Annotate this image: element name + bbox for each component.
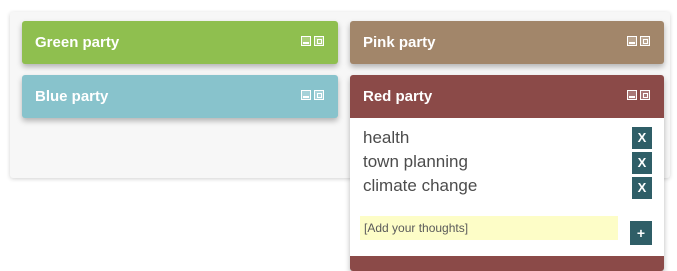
- minimize-icon[interactable]: [627, 90, 637, 100]
- panel-title: Red party: [363, 88, 433, 105]
- minimize-icon[interactable]: [301, 36, 311, 46]
- remove-topic-button[interactable]: X: [632, 127, 652, 149]
- panel-title: Green party: [35, 34, 120, 51]
- topic-item: health: [363, 128, 410, 147]
- thoughts-input[interactable]: [Add your thoughts]: [360, 216, 618, 240]
- panel-header[interactable]: Pink party: [350, 21, 664, 64]
- minimize-icon[interactable]: [301, 90, 311, 100]
- panel-header[interactable]: Red party: [350, 75, 664, 118]
- panel-controls: [627, 90, 650, 102]
- blue-party-panel[interactable]: Blue party: [22, 75, 338, 118]
- panel-body: health X town planning X climate change …: [350, 118, 664, 256]
- panel-controls: [301, 90, 324, 102]
- maximize-icon[interactable]: [314, 90, 324, 100]
- maximize-icon[interactable]: [640, 90, 650, 100]
- red-party-panel[interactable]: Red party health X town planning X clima…: [350, 75, 664, 271]
- topic-item: town planning: [363, 152, 468, 171]
- panel-controls: [627, 36, 650, 48]
- panel-title: Pink party: [363, 34, 436, 51]
- panel-header[interactable]: Green party: [22, 21, 338, 64]
- green-party-panel[interactable]: Green party: [22, 21, 338, 64]
- panel-controls: [301, 36, 324, 48]
- add-thought-button[interactable]: +: [630, 221, 652, 245]
- remove-topic-button[interactable]: X: [632, 177, 652, 199]
- maximize-icon[interactable]: [314, 36, 324, 46]
- maximize-icon[interactable]: [640, 36, 650, 46]
- pink-party-panel[interactable]: Pink party: [350, 21, 664, 64]
- remove-topic-button[interactable]: X: [632, 152, 652, 174]
- minimize-icon[interactable]: [627, 36, 637, 46]
- panel-header[interactable]: Blue party: [22, 75, 338, 118]
- topic-item: climate change: [363, 176, 478, 195]
- panel-title: Blue party: [35, 88, 109, 105]
